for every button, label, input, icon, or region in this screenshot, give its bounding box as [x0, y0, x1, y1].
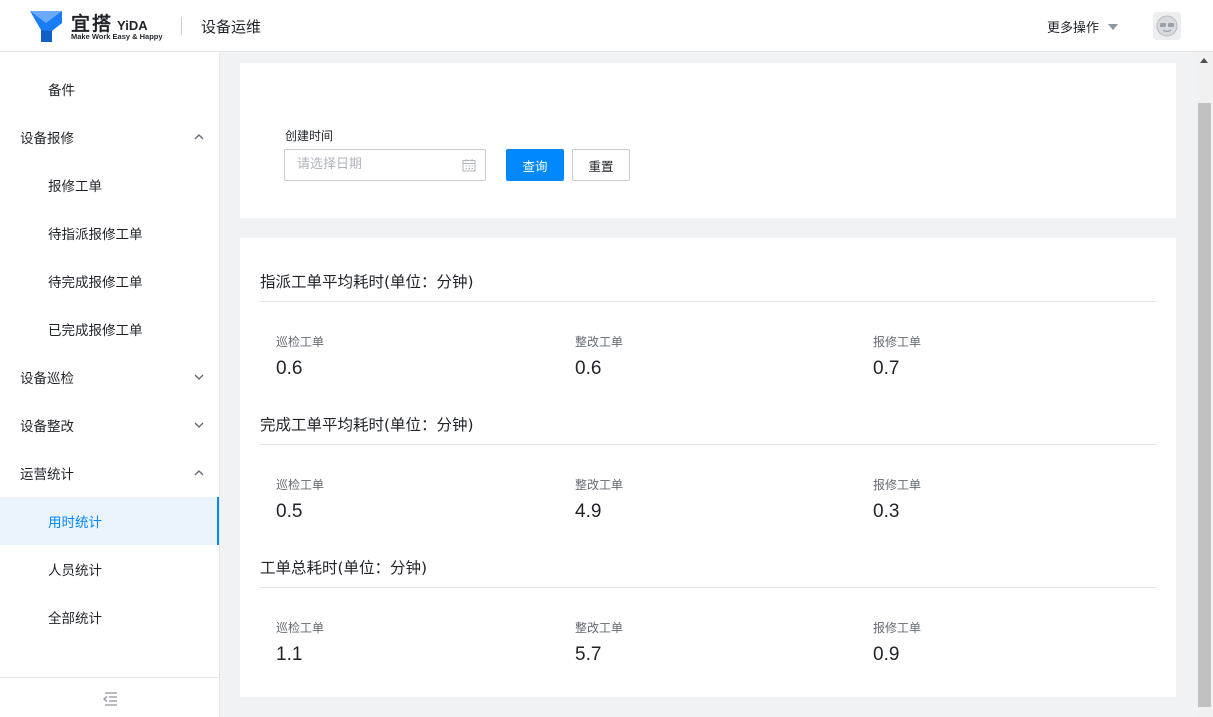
sidebar-item-staff-stats[interactable]: 人员统计 [0, 545, 219, 593]
stat-rectification-complete: 整改工单 4.9 [575, 476, 623, 523]
section-divider [260, 301, 1156, 302]
stat-value: 5.7 [575, 644, 602, 665]
date-picker-input[interactable]: 请选择日期 [284, 149, 486, 181]
stat-inspection-total: 巡检工单 1.1 [276, 619, 324, 666]
sidebar-item-label: 运营统计 [20, 467, 74, 483]
stat-value: 0.5 [276, 501, 303, 522]
stat-value: 0.3 [873, 501, 900, 522]
sidebar-item-pending-complete[interactable]: 待完成报修工单 [0, 257, 219, 305]
sidebar-item-all-stats[interactable]: 全部统计 [0, 593, 219, 641]
chevron-down-icon [194, 374, 204, 380]
page-scrollbar[interactable] [1196, 52, 1213, 717]
stat-value: 4.9 [575, 501, 602, 522]
stat-value: 1.1 [276, 644, 303, 665]
sidebar-item-completed[interactable]: 已完成报修工单 [0, 305, 219, 353]
sidebar-item-spare-parts[interactable]: 备件 [0, 65, 219, 113]
sidebar-item-label: 已完成报修工单 [48, 323, 143, 339]
section-title-total: 工单总耗时(单位：分钟) [260, 559, 428, 577]
stat-label: 巡检工单 [276, 478, 325, 492]
user-avatar-icon[interactable] [1153, 12, 1181, 40]
section-divider [260, 444, 1156, 445]
menu-collapse-icon[interactable] [101, 691, 119, 707]
app-title: 设备运维 [201, 18, 262, 36]
more-actions-dropdown[interactable]: 更多操作 [1047, 17, 1119, 36]
stat-label: 整改工单 [575, 621, 624, 635]
header-divider [181, 17, 182, 35]
sidebar-item-label: 备件 [48, 83, 75, 99]
logo-en-text: YiDA [117, 18, 148, 33]
sidebar-item-label: 待指派报修工单 [48, 227, 143, 243]
stat-inspection-assign: 巡检工单 0.6 [276, 333, 324, 380]
stat-value: 0.6 [575, 358, 602, 379]
sidebar-group-inspection[interactable]: 设备巡检 [0, 353, 219, 401]
sidebar-item-label: 全部统计 [48, 611, 102, 627]
stat-rectification-total: 整改工单 5.7 [575, 619, 623, 666]
yida-logo-icon[interactable] [30, 11, 62, 42]
sidebar-item-label: 设备报修 [20, 131, 74, 147]
stat-repair-assign: 报修工单 0.7 [873, 333, 921, 380]
section-title-complete-avg: 完成工单平均耗时(单位：分钟) [260, 416, 474, 434]
scroll-up-arrow-icon[interactable] [1200, 58, 1208, 63]
chevron-up-icon [194, 134, 204, 140]
stat-value: 0.6 [276, 358, 303, 379]
stat-repair-complete: 报修工单 0.3 [873, 476, 921, 523]
more-actions-label: 更多操作 [1047, 21, 1100, 36]
calendar-icon [462, 159, 476, 172]
sidebar-item-label: 待完成报修工单 [48, 275, 143, 291]
sidebar-group-rectification[interactable]: 设备整改 [0, 401, 219, 449]
chevron-up-icon [194, 470, 204, 476]
sidebar-footer [0, 677, 219, 717]
stat-label: 报修工单 [873, 478, 922, 492]
stat-value: 0.9 [873, 644, 900, 665]
query-button[interactable]: 查询 [506, 149, 564, 181]
stat-inspection-complete: 巡检工单 0.5 [276, 476, 324, 523]
stat-label: 巡检工单 [276, 335, 325, 349]
stat-label: 整改工单 [575, 478, 624, 492]
top-header: 宜搭 YiDA Make Work Easy & Happy 设备运维 更多操作 [0, 0, 1213, 52]
sidebar-item-pending-assign[interactable]: 待指派报修工单 [0, 209, 219, 257]
filter-panel: 创建时间 请选择日期 查询 重置 [240, 63, 1176, 218]
time-stats-panel: 指派工单平均耗时(单位：分钟) 巡检工单 0.6 整改工单 0.6 报修工单 0… [240, 238, 1176, 697]
logo-slogan: Make Work Easy & Happy [71, 32, 163, 41]
created-time-label: 创建时间 [285, 129, 334, 143]
sidebar-group-repair[interactable]: 设备报修 [0, 113, 219, 161]
stat-label: 整改工单 [575, 335, 624, 349]
sidebar-item-label: 设备整改 [20, 419, 74, 435]
sidebar-item-label: 设备巡检 [20, 371, 74, 387]
date-placeholder: 请选择日期 [297, 157, 363, 172]
sidebar-group-operations[interactable]: 运营统计 [0, 449, 219, 497]
stat-rectification-assign: 整改工单 0.6 [575, 333, 623, 380]
stat-repair-total: 报修工单 0.9 [873, 619, 921, 666]
sidebar-item-repair-orders[interactable]: 报修工单 [0, 161, 219, 209]
stat-value: 0.7 [873, 358, 900, 379]
sidebar-item-label: 用时统计 [48, 515, 102, 531]
stat-label: 巡检工单 [276, 621, 325, 635]
stat-label: 报修工单 [873, 621, 922, 635]
scroll-thumb[interactable] [1198, 103, 1211, 707]
stat-label: 报修工单 [873, 335, 922, 349]
reset-button[interactable]: 重置 [572, 149, 630, 181]
sidebar-nav: 备件 设备报修 报修工单 待指派报修工单 待完成报修工单 已完成报修工单 设备巡… [0, 52, 220, 717]
sidebar-item-time-stats[interactable]: 用时统计 [0, 497, 219, 545]
sidebar-item-label: 报修工单 [48, 179, 102, 195]
sidebar-item-label: 人员统计 [48, 563, 102, 579]
section-divider [260, 587, 1156, 588]
chevron-down-icon [194, 422, 204, 428]
section-title-assign-avg: 指派工单平均耗时(单位：分钟) [260, 273, 474, 291]
caret-down-icon [1108, 23, 1119, 30]
